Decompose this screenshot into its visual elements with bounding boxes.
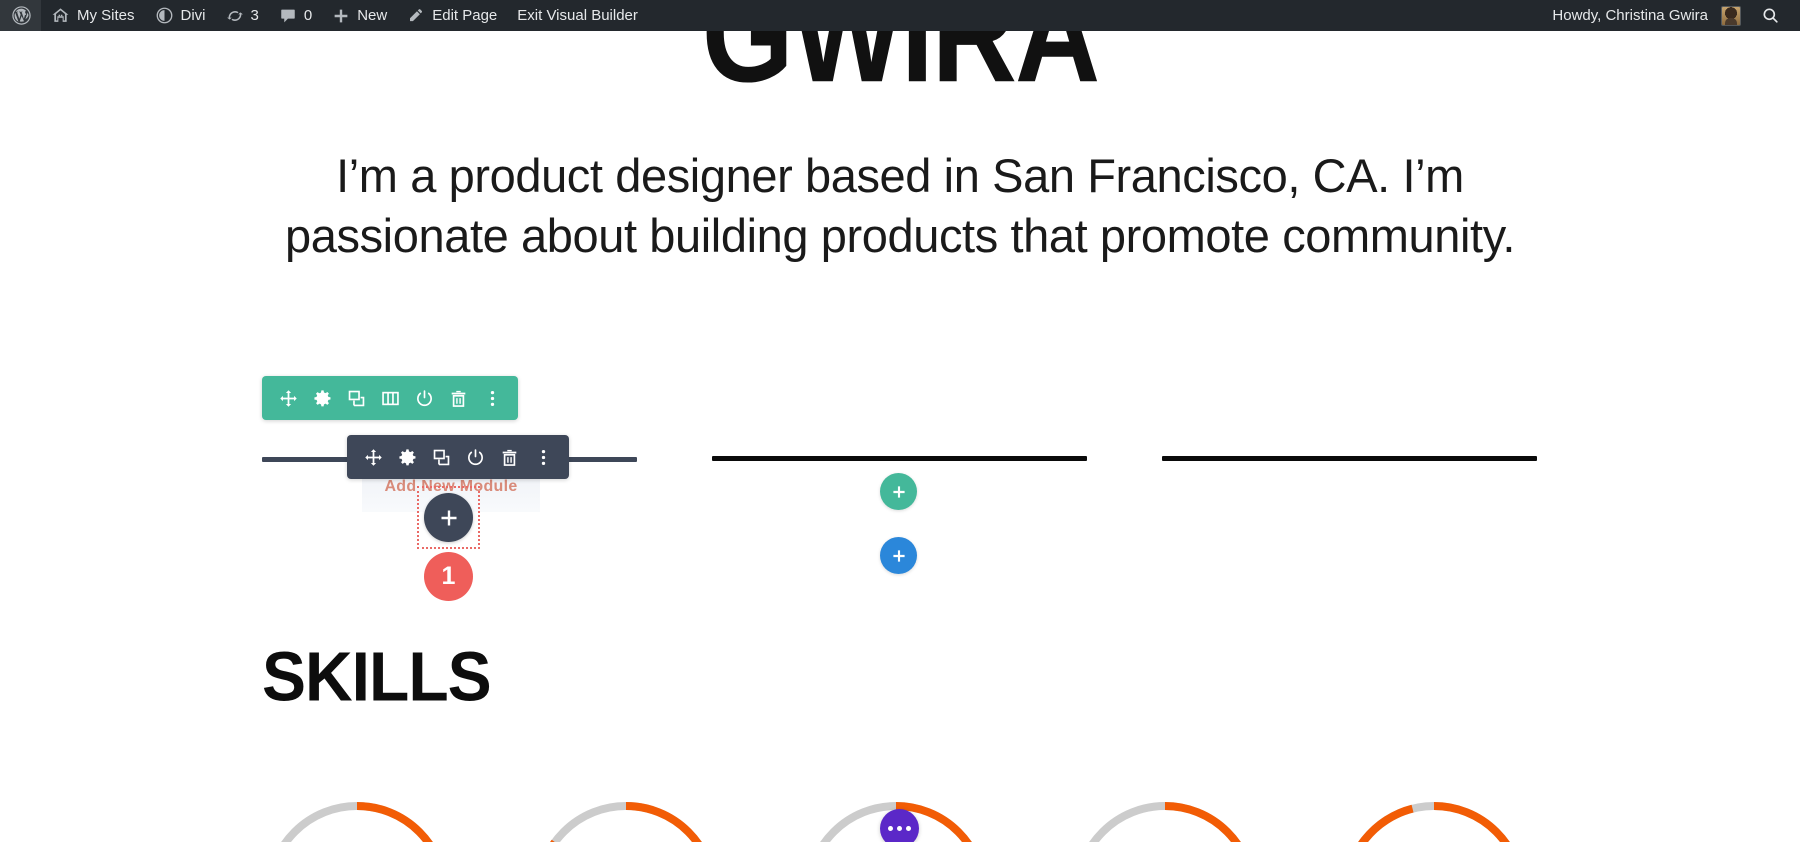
admin-bar-left-group: My Sites Divi 3 0 New Edit Page Exit Vis… — [0, 0, 648, 31]
trash-icon[interactable] — [442, 376, 474, 420]
module-toolbar — [347, 435, 569, 479]
admin-bar-item-wp-logo[interactable] — [0, 0, 41, 31]
columns-icon[interactable] — [374, 376, 406, 420]
admin-bar-item-edit-page[interactable]: Edit Page — [397, 0, 507, 31]
duplicate-icon[interactable] — [340, 376, 372, 420]
dot-icon — [906, 826, 911, 831]
more-options-icon[interactable] — [476, 376, 508, 420]
admin-bar-item-exit-visual-builder[interactable]: Exit Visual Builder — [507, 0, 648, 31]
admin-bar-howdy-label: Howdy, Christina Gwira — [1552, 7, 1708, 24]
skill-circle-1[interactable] — [264, 801, 450, 842]
admin-bar-label-exit-visual-builder: Exit Visual Builder — [517, 7, 638, 24]
divi-icon — [155, 6, 174, 25]
admin-bar-right-group: Howdy, Christina Gwira — [1542, 0, 1800, 31]
page-intro-paragraph: I’m a product designer based in San Fran… — [285, 149, 1515, 262]
admin-bar-item-divi[interactable]: Divi — [145, 0, 216, 31]
skill-circle-2[interactable] — [533, 801, 719, 842]
dot-icon — [897, 826, 902, 831]
trash-icon[interactable] — [493, 435, 525, 479]
more-options-icon[interactable] — [527, 435, 559, 479]
move-handle-icon[interactable] — [272, 376, 304, 420]
admin-bar-label-divi: Divi — [180, 7, 206, 24]
admin-bar-item-comments[interactable]: 0 — [269, 0, 322, 31]
module-options-button[interactable] — [880, 809, 919, 842]
updates-icon — [226, 7, 244, 25]
admin-bar-label-edit-page: Edit Page — [432, 7, 498, 24]
divider-right[interactable] — [1162, 456, 1537, 461]
admin-bar-item-new-content[interactable]: New — [322, 0, 397, 31]
plus-icon — [332, 7, 350, 25]
admin-bar-item-my-account[interactable]: Howdy, Christina Gwira — [1542, 0, 1751, 31]
skill-circle-4[interactable] — [1072, 801, 1258, 842]
skill-circle-5[interactable] — [1341, 801, 1527, 842]
pencil-icon — [407, 7, 425, 25]
page-big-title: GWIRA — [701, 31, 1100, 112]
wordpress-icon — [11, 5, 32, 26]
wp-admin-bar: My Sites Divi 3 0 New Edit Page Exit Vis… — [0, 0, 1800, 31]
sites-icon — [51, 6, 70, 25]
settings-gear-icon[interactable] — [306, 376, 338, 420]
power-toggle-icon[interactable] — [408, 376, 440, 420]
admin-bar-comments-count: 0 — [303, 7, 313, 24]
skills-heading: SKILLS — [262, 637, 492, 716]
move-handle-icon[interactable] — [357, 435, 389, 479]
avatar — [1721, 5, 1741, 26]
power-toggle-icon[interactable] — [459, 435, 491, 479]
add-row-button[interactable] — [880, 473, 917, 510]
admin-bar-label-new: New — [357, 7, 388, 24]
dot-icon — [888, 826, 893, 831]
page-canvas: GWIRA I’m a product designer based in Sa… — [0, 31, 1800, 842]
duplicate-icon[interactable] — [425, 435, 457, 479]
section-toolbar — [262, 376, 518, 420]
search-icon — [1761, 6, 1780, 25]
admin-bar-label-my-sites: My Sites — [77, 7, 135, 24]
add-new-module-button[interactable] — [424, 493, 473, 542]
admin-bar-item-updates[interactable]: 3 — [216, 0, 269, 31]
divider-center[interactable] — [712, 456, 1087, 461]
settings-gear-icon[interactable] — [391, 435, 423, 479]
comment-icon — [279, 7, 297, 25]
admin-bar-item-my-sites[interactable]: My Sites — [41, 0, 145, 31]
module-count-badge[interactable]: 1 — [424, 552, 473, 601]
add-section-button[interactable] — [880, 537, 917, 574]
admin-bar-updates-count: 3 — [250, 7, 259, 24]
admin-bar-item-search[interactable] — [1751, 0, 1792, 31]
